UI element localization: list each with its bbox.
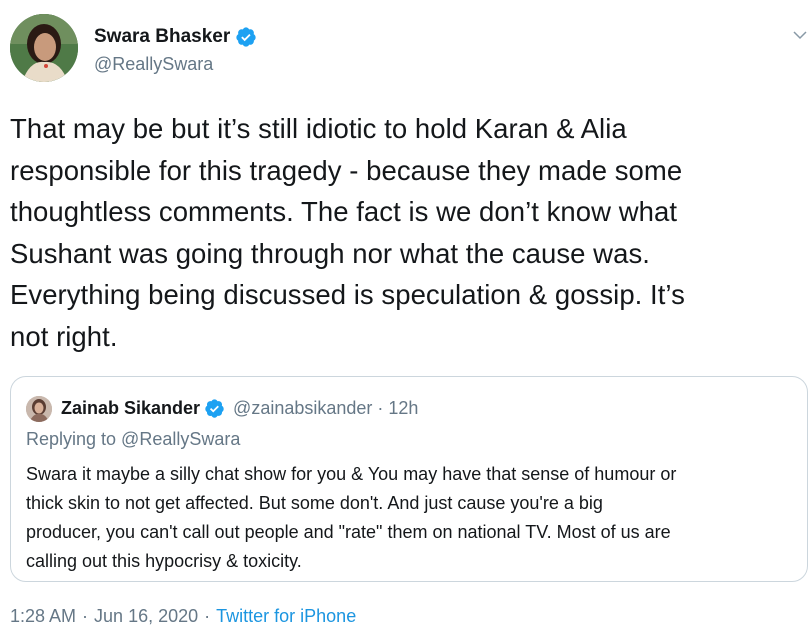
verified-badge-icon	[236, 27, 256, 47]
tweet-text: That may be but it’s still idiotic to ho…	[10, 113, 685, 352]
quoted-header: Zainab Sikander @zainabsikander · 12h	[61, 394, 418, 422]
meta-separator-2: ·	[204, 606, 211, 626]
author-handle[interactable]: @ReallySwara	[94, 54, 257, 75]
tweet-time[interactable]: 1:28 AM	[10, 606, 76, 627]
avatar-photo-icon	[10, 14, 78, 82]
quoted-author-name[interactable]: Zainab Sikander	[61, 398, 200, 419]
quoted-avatar-photo-icon	[26, 396, 52, 422]
quoted-tweet-text: Swara it maybe a silly chat show for you…	[26, 464, 677, 571]
author-display-name[interactable]: Swara Bhasker	[94, 26, 230, 48]
tweet-date[interactable]: Jun 16, 2020	[94, 606, 198, 627]
author-name-row: Swara Bhasker	[94, 24, 257, 50]
quoted-verified-badge-icon	[205, 398, 224, 418]
quoted-author-avatar[interactable]	[26, 396, 52, 422]
author-avatar[interactable]	[10, 14, 78, 82]
quoted-author-handle[interactable]: @zainabsikander	[233, 398, 372, 419]
tweet-meta: 1:28 AM · Jun 16, 2020 · Twitter for iPh…	[10, 606, 356, 627]
author-block: Swara Bhasker @ReallySwara	[94, 24, 257, 75]
quoted-timestamp[interactable]: 12h	[388, 398, 418, 419]
tweet-source-link[interactable]: Twitter for iPhone	[216, 606, 356, 627]
meta-separator-1: ·	[82, 606, 89, 626]
tweet: Swara Bhasker @ReallySwara That may be b…	[0, 0, 811, 633]
chevron-down-icon[interactable]	[791, 26, 809, 44]
quoted-replying-to: Replying to @ReallySwara	[26, 429, 241, 449]
quoted-tweet[interactable]: Zainab Sikander @zainabsikander · 12h Re…	[10, 376, 808, 582]
quoted-separator: ·	[377, 397, 384, 418]
